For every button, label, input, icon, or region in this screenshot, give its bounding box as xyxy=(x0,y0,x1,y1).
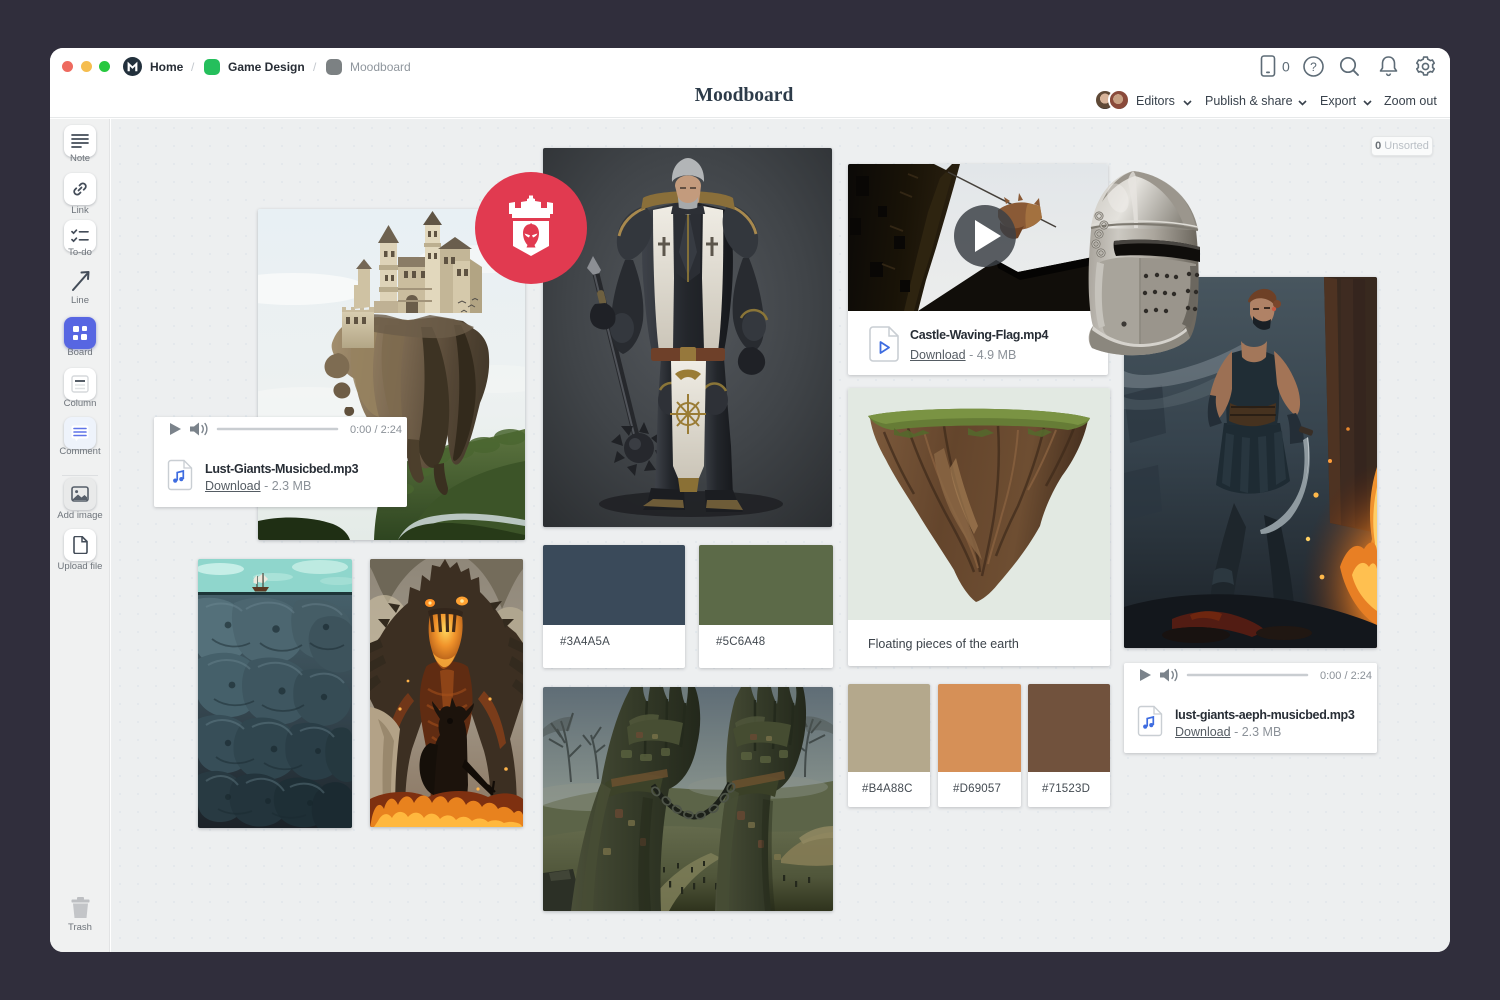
svg-text:0:00 / 2:24: 0:00 / 2:24 xyxy=(1320,670,1372,682)
svg-text:0:00 / 2:24: 0:00 / 2:24 xyxy=(350,424,402,436)
svg-text:?: ? xyxy=(1310,60,1317,74)
svg-text:0: 0 xyxy=(1282,59,1290,75)
